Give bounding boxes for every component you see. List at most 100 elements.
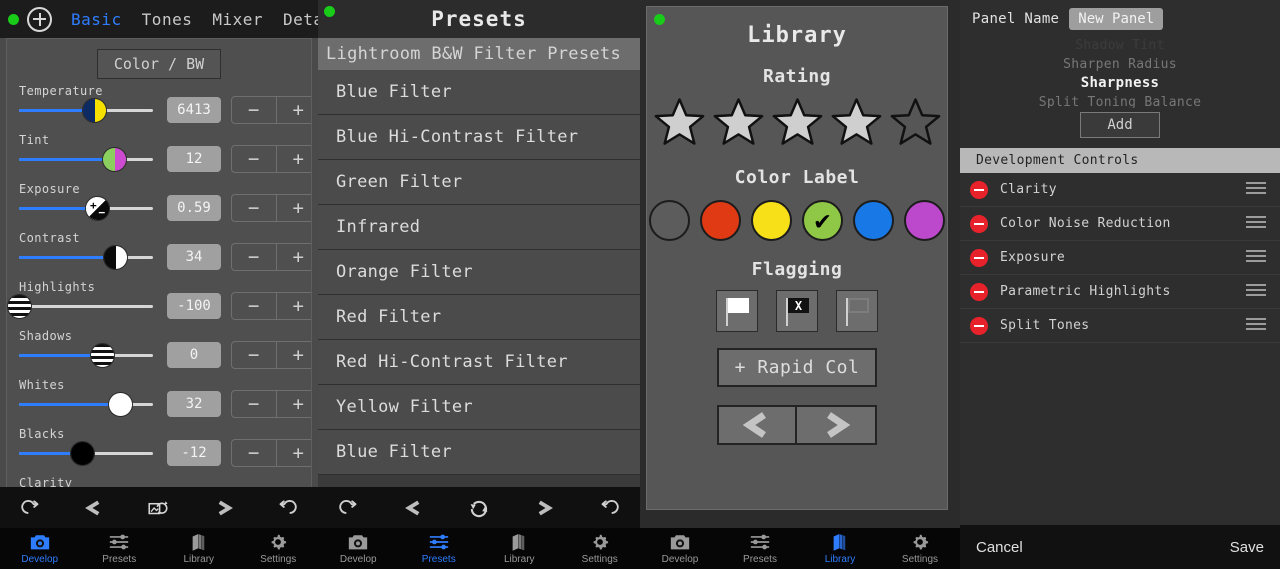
slider-track[interactable] (19, 354, 153, 357)
slider-knob-tint[interactable] (102, 147, 127, 172)
slider-value[interactable]: 32 (167, 391, 221, 417)
slider-value[interactable]: -100 (167, 293, 221, 319)
slider-increment-button[interactable]: + (277, 440, 312, 466)
drag-handle-icon[interactable] (1246, 216, 1266, 231)
picker-option-selected[interactable]: Sharpness (960, 74, 1280, 93)
add-rapid-collection-button[interactable]: + Rapid Col (716, 348, 878, 387)
preset-list-item[interactable]: Blue Hi-Contrast Filter (318, 115, 640, 160)
picker-option-above[interactable]: Sharpen Radius (960, 55, 1280, 74)
redo-icon[interactable] (275, 498, 297, 518)
star-empty-icon[interactable] (887, 95, 944, 149)
picker-option-far-above[interactable]: Shadow Tint (960, 36, 1280, 55)
slider-increment-button[interactable]: + (277, 146, 312, 172)
nav-item-presets[interactable]: Presets (399, 528, 480, 569)
tab-detail[interactable]: Detail (273, 10, 318, 29)
preset-list-item[interactable]: Infrared (318, 205, 640, 250)
preset-list-item[interactable]: Red Filter (318, 295, 640, 340)
slider-value[interactable]: 0 (167, 342, 221, 368)
nav-item-library[interactable]: Library (479, 528, 560, 569)
picker-option-below[interactable]: Split Toning Balance (960, 93, 1280, 108)
slider-knob-exposure[interactable]: + − (85, 196, 110, 221)
color-bw-button[interactable]: Color / BW (96, 49, 222, 79)
star-filled-icon[interactable] (710, 95, 767, 149)
remove-control-button[interactable] (970, 214, 988, 233)
slider-increment-button[interactable]: + (277, 244, 312, 270)
nav-item-develop[interactable]: Develop (318, 528, 399, 569)
slider-decrement-button[interactable]: − (232, 244, 277, 270)
tab-mixer[interactable]: Mixer (202, 10, 273, 29)
nav-item-presets[interactable]: Presets (720, 528, 800, 569)
nav-item-settings[interactable]: Settings (560, 528, 641, 569)
previous-icon[interactable] (84, 498, 106, 518)
color-swatch-blue[interactable] (853, 200, 894, 241)
slider-decrement-button[interactable]: − (232, 440, 277, 466)
slider-value[interactable]: 34 (167, 244, 221, 270)
tab-tones[interactable]: Tones (132, 10, 203, 29)
slider-knob-temperature[interactable] (82, 98, 107, 123)
flag-picked-button[interactable] (716, 290, 758, 332)
preset-list-item[interactable]: Orange Filter (318, 250, 640, 295)
slider-knob-white[interactable] (108, 392, 133, 417)
nav-item-library[interactable]: Library (159, 528, 239, 569)
compare-image-icon[interactable] (148, 498, 170, 518)
remove-control-button[interactable] (970, 316, 988, 335)
tab-basic[interactable]: Basic (61, 10, 132, 29)
star-filled-icon[interactable] (651, 95, 708, 149)
slider-track[interactable] (19, 158, 153, 161)
slider-decrement-button[interactable]: − (232, 146, 277, 172)
color-swatch-green[interactable]: ✔ (802, 200, 843, 241)
slider-decrement-button[interactable]: − (232, 342, 277, 368)
nav-item-presets[interactable]: Presets (80, 528, 160, 569)
undo-icon[interactable] (339, 498, 361, 518)
development-control-row[interactable]: Parametric Highlights (960, 275, 1280, 309)
slider-decrement-button[interactable]: − (232, 97, 277, 123)
previous-photo-button[interactable] (717, 405, 797, 445)
remove-control-button[interactable] (970, 282, 988, 301)
slider-knob-contrast[interactable] (103, 245, 128, 270)
nav-item-settings[interactable]: Settings (239, 528, 319, 569)
slider-knob-halftone[interactable] (7, 294, 32, 319)
remove-control-button[interactable] (970, 248, 988, 267)
rating-stars[interactable] (647, 95, 947, 149)
save-button[interactable]: Save (1230, 539, 1264, 556)
control-picker-wheel[interactable]: Shadow Tint Sharpen Radius Sharpness Spl… (960, 36, 1280, 108)
panel-name-input[interactable]: New Panel (1069, 8, 1164, 30)
slider-decrement-button[interactable]: − (232, 293, 277, 319)
slider-decrement-button[interactable]: − (232, 195, 277, 221)
slider-value[interactable]: 6413 (167, 97, 221, 123)
previous-icon[interactable] (404, 498, 426, 518)
undo-icon[interactable] (21, 498, 43, 518)
development-control-row[interactable]: Split Tones (960, 309, 1280, 343)
slider-increment-button[interactable]: + (277, 342, 312, 368)
next-photo-button[interactable] (797, 405, 877, 445)
color-swatch-purple[interactable] (904, 200, 945, 241)
nav-item-develop[interactable]: Develop (640, 528, 720, 569)
slider-increment-button[interactable]: + (277, 195, 312, 221)
color-swatch-red[interactable] (700, 200, 741, 241)
slider-track[interactable] (19, 305, 153, 308)
next-icon[interactable] (212, 498, 234, 518)
preset-list-item[interactable]: Blue Filter (318, 70, 640, 115)
preset-list-item[interactable]: Yellow Filter (318, 385, 640, 430)
flag-unflagged-button[interactable] (836, 290, 878, 332)
star-filled-icon[interactable] (828, 95, 885, 149)
drag-handle-icon[interactable] (1246, 182, 1266, 197)
drag-handle-icon[interactable] (1246, 250, 1266, 265)
nav-item-settings[interactable]: Settings (880, 528, 960, 569)
color-label-swatches[interactable]: ✔ (647, 200, 947, 241)
development-control-row[interactable]: Color Noise Reduction (960, 207, 1280, 241)
next-icon[interactable] (532, 498, 554, 518)
development-control-row[interactable]: Clarity (960, 173, 1280, 207)
preset-list-item[interactable]: Blue Filter (318, 430, 640, 475)
slider-value[interactable]: 0.59 (167, 195, 221, 221)
redo-icon[interactable] (597, 498, 619, 518)
slider-knob-black[interactable] (70, 441, 95, 466)
add-circle-icon[interactable] (27, 6, 52, 32)
slider-track[interactable] (19, 256, 153, 259)
drag-handle-icon[interactable] (1246, 284, 1266, 299)
nav-item-library[interactable]: Library (800, 528, 880, 569)
slider-decrement-button[interactable]: − (232, 391, 277, 417)
color-swatch-yellow[interactable] (751, 200, 792, 241)
development-control-row[interactable]: Exposure (960, 241, 1280, 275)
drag-handle-icon[interactable] (1246, 318, 1266, 333)
